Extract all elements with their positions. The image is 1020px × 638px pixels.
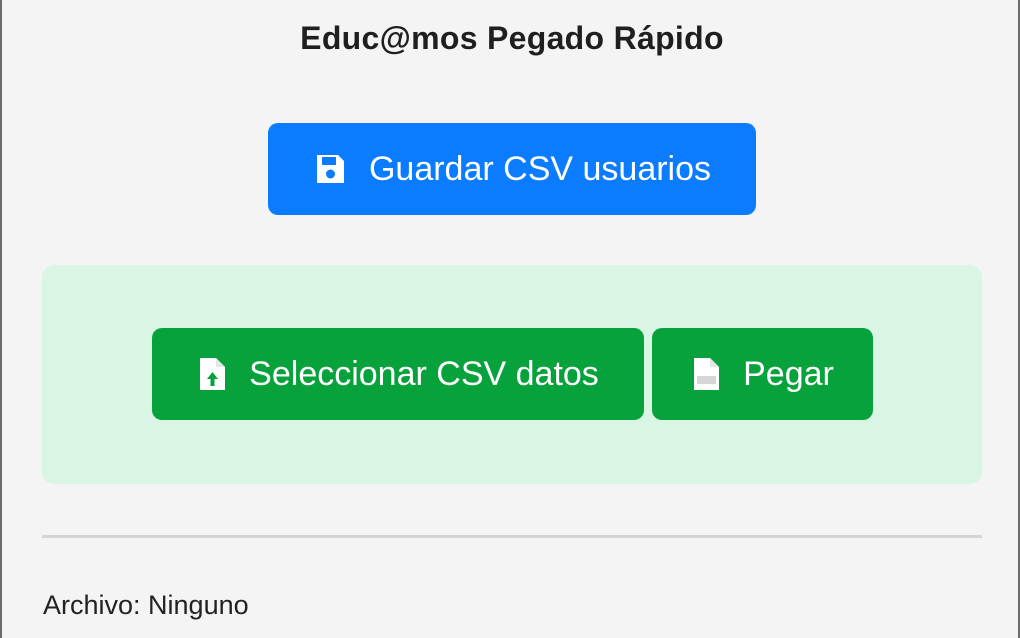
page-title: Educ@mos Pegado Rápido bbox=[300, 20, 724, 56]
paste-button-label: Pegar bbox=[743, 354, 834, 393]
file-upload-icon bbox=[197, 356, 227, 392]
app-window: Educ@mos Pegado Rápido Guardar CSV usuar… bbox=[0, 0, 1020, 638]
save-csv-users-button[interactable]: Guardar CSV usuarios bbox=[268, 123, 756, 215]
divider bbox=[42, 535, 982, 538]
select-button-label: Seleccionar CSV datos bbox=[249, 354, 599, 393]
file-status-text: Archivo: Ninguno bbox=[43, 590, 249, 620]
select-csv-data-button[interactable]: Seleccionar CSV datos bbox=[152, 328, 644, 420]
save-button-label: Guardar CSV usuarios bbox=[368, 149, 712, 188]
csv-file-icon bbox=[691, 356, 721, 392]
save-icon bbox=[313, 152, 347, 186]
paste-button[interactable]: Pegar bbox=[652, 328, 873, 420]
